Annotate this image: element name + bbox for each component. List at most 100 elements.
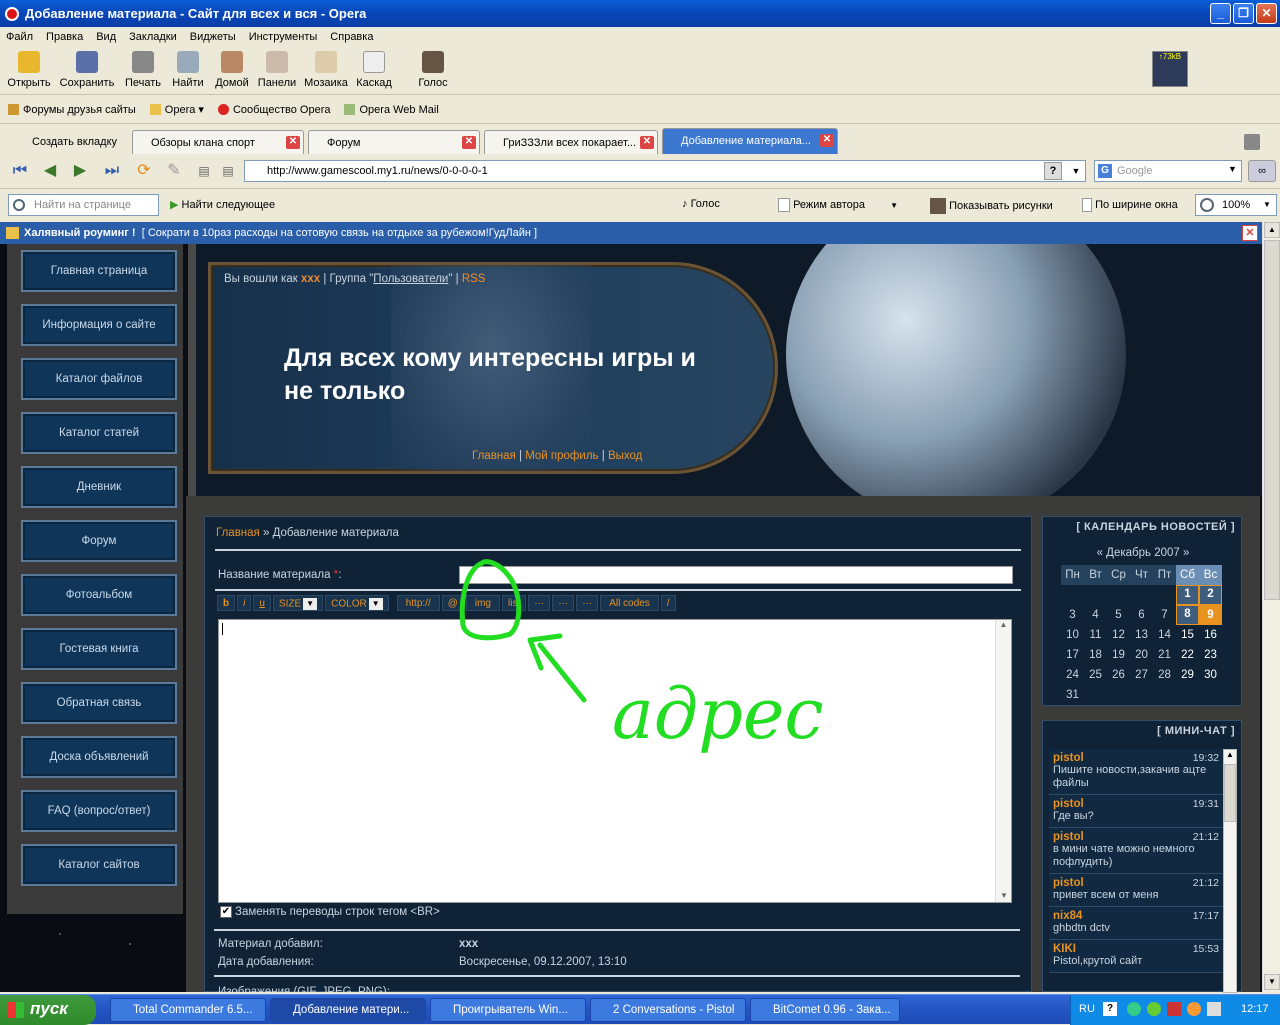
calendar-day[interactable]: 13 <box>1130 625 1153 645</box>
calendar-day[interactable]: 14 <box>1153 625 1176 645</box>
voice-button[interactable]: Голос <box>416 49 450 89</box>
nav-articles-catalog[interactable]: Каталог статей <box>21 412 177 454</box>
bbcode-size-select[interactable]: SIZE ▼ <box>272 595 324 611</box>
tray-app-icon[interactable] <box>1207 1002 1221 1016</box>
calendar-day[interactable]: 18 <box>1084 645 1107 665</box>
calendar-day[interactable]: 29 <box>1176 665 1199 685</box>
nav-photo-album[interactable]: Фотоальбом <box>21 574 177 616</box>
calendar-day[interactable]: 31 <box>1061 685 1084 705</box>
bookmark-add-icon[interactable]: ▤ <box>194 162 214 180</box>
scroll-up-icon[interactable]: ▲ <box>1224 750 1236 759</box>
find-on-page-input[interactable]: Найти на странице <box>8 194 159 216</box>
nav-site-info[interactable]: Информация о сайте <box>21 304 177 346</box>
task-conversations[interactable]: 2 Conversations - Pistol <box>590 998 746 1022</box>
cascade-button[interactable]: Каскад <box>354 49 394 89</box>
calendar-day[interactable]: 23 <box>1199 645 1222 665</box>
calendar-day[interactable]: 5 <box>1107 605 1130 625</box>
calendar-day[interactable]: 21 <box>1153 645 1176 665</box>
trash-icon[interactable] <box>1244 134 1260 150</box>
bbcode-all-codes-button[interactable]: All codes <box>600 595 659 611</box>
header-home-link[interactable]: Главная <box>472 450 516 462</box>
voice-toolbar-button[interactable]: ♪ Голос <box>682 198 720 210</box>
menu-view[interactable]: Вид <box>96 31 116 43</box>
calendar-day[interactable]: 28 <box>1153 665 1176 685</box>
fast-forward-icon[interactable]: ⏭ <box>102 162 122 180</box>
menu-file[interactable]: Файл <box>6 31 33 43</box>
bbcode-color-select[interactable]: COLOR ▼ <box>325 595 389 611</box>
scroll-thumb[interactable] <box>1224 764 1236 822</box>
open-button[interactable]: Открыть <box>5 49 53 89</box>
close-tab-icon[interactable]: ✕ <box>820 134 834 147</box>
material-title-input[interactable] <box>459 566 1013 584</box>
calendar-day[interactable]: 12 <box>1107 625 1130 645</box>
rewind-icon[interactable]: ⏮ <box>10 162 30 180</box>
bookmark-opera-mail[interactable]: Opera Web Mail <box>344 104 439 116</box>
nav-sites-catalog[interactable]: Каталог сайтов <box>21 844 177 886</box>
tray-app-icon[interactable] <box>1147 1002 1161 1016</box>
calendar-day[interactable]: 20 <box>1130 645 1153 665</box>
menu-widgets[interactable]: Виджеты <box>190 31 236 43</box>
scroll-down-icon[interactable]: ▼ <box>996 891 1012 900</box>
save-button[interactable]: Сохранить <box>58 49 116 89</box>
calendar-day[interactable]: 9 <box>1199 605 1222 625</box>
print-button[interactable]: Печать <box>122 49 164 89</box>
editor-scrollbar[interactable]: ▲ ▼ <box>995 620 1011 902</box>
tray-app-icon[interactable] <box>1187 1002 1201 1016</box>
bbcode-email-button[interactable]: @ <box>441 595 464 611</box>
minimize-button[interactable]: _ <box>1210 3 1231 24</box>
material-text-editor[interactable]: ▲ ▼ <box>218 619 1012 903</box>
bookmark-opera-folder[interactable]: Opera ▾ <box>149 103 204 116</box>
task-bitcomet[interactable]: BitComet 0.96 - Зака... <box>750 998 900 1022</box>
bbcode-code-button[interactable]: ··· <box>552 595 575 611</box>
address-input[interactable]: http://www.gamescool.my1.ru/news/0-0-0-0… <box>244 160 1086 182</box>
bbcode-list-button[interactable]: list <box>502 595 527 611</box>
my-profile-link[interactable]: Мой профиль <box>525 450 598 462</box>
scroll-thumb[interactable] <box>1264 240 1280 600</box>
wand-icon[interactable]: ▤ <box>218 162 238 180</box>
calendar-day[interactable]: 19 <box>1107 645 1130 665</box>
bookmark-forums[interactable]: Форумы друзья сайты <box>8 104 136 116</box>
calendar-day[interactable]: 15 <box>1176 625 1199 645</box>
binoculars-icon[interactable]: ∞ <box>1248 160 1276 182</box>
bbcode-bold-button[interactable]: b <box>217 595 236 611</box>
rss-link[interactable]: RSS <box>462 273 486 285</box>
panels-button[interactable]: Панели <box>257 49 297 89</box>
bbcode-hide-button[interactable]: ··· <box>576 595 599 611</box>
calendar-day[interactable]: 7 <box>1153 605 1176 625</box>
tile-button[interactable]: Мозаика <box>302 49 350 89</box>
bbcode-quote-button[interactable]: ··· <box>528 595 551 611</box>
nav-home[interactable]: Главная страница <box>21 250 177 292</box>
address-dropdown-icon[interactable]: ▼ <box>1068 162 1084 180</box>
search-dropdown-icon[interactable]: ▼ <box>1228 164 1237 174</box>
forward-icon[interactable]: ▶ <box>70 162 90 180</box>
ad-close-icon[interactable]: ✕ <box>1242 225 1258 241</box>
calendar-month-nav[interactable]: « Декабрь 2007 » <box>1043 547 1243 559</box>
task-opera[interactable]: Добавление матери... <box>270 998 426 1022</box>
nav-forum[interactable]: Форум <box>21 520 177 562</box>
calendar-day[interactable]: 26 <box>1107 665 1130 685</box>
calendar-day[interactable]: 10 <box>1061 625 1084 645</box>
edit-icon[interactable]: ✎ <box>164 162 184 180</box>
help-icon[interactable]: ? <box>1103 1002 1117 1016</box>
close-tab-icon[interactable]: ✕ <box>462 136 476 149</box>
logout-link[interactable]: Выход <box>608 450 642 462</box>
calendar-day[interactable]: 1 <box>1176 585 1199 605</box>
nav-files-catalog[interactable]: Каталог файлов <box>21 358 177 400</box>
flag-icon[interactable] <box>1167 1002 1181 1016</box>
home-button[interactable]: Домой <box>213 49 251 89</box>
tab-add-material[interactable]: Добавление материала... ✕ <box>662 128 838 154</box>
calendar-day[interactable]: 30 <box>1199 665 1222 685</box>
calendar-day[interactable]: 25 <box>1084 665 1107 685</box>
br-replace-option[interactable]: ✔ Заменять переводы строк тегом <BR> <box>220 906 440 918</box>
close-button[interactable]: ✕ <box>1256 3 1277 24</box>
nav-feedback[interactable]: Обратная связь <box>21 682 177 724</box>
username[interactable]: xxx <box>301 273 320 285</box>
window-title-bar[interactable]: Добавление материала - Сайт для всех и в… <box>0 0 1280 27</box>
nav-faq[interactable]: FAQ (вопрос/ответ) <box>21 790 177 832</box>
task-media-player[interactable]: Проигрыватель Win... <box>430 998 586 1022</box>
bbcode-img-button[interactable]: img <box>465 595 500 611</box>
calendar-day[interactable]: 17 <box>1061 645 1084 665</box>
reload-icon[interactable]: ⟳ <box>134 162 154 180</box>
close-tab-icon[interactable]: ✕ <box>286 136 300 149</box>
calendar-day[interactable]: 8 <box>1176 605 1199 625</box>
